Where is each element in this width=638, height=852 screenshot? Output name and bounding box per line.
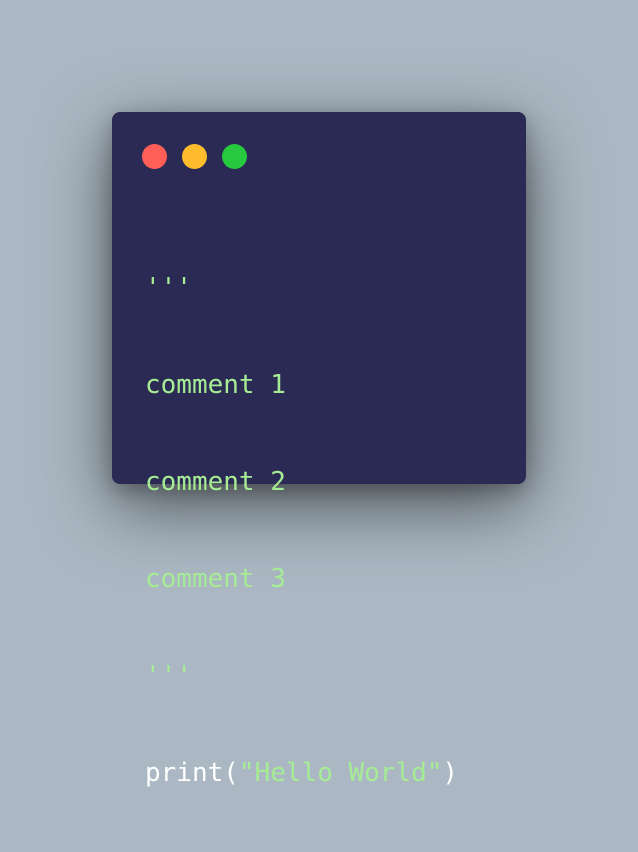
code-line-comment-2: comment 2: [145, 467, 286, 497]
code-line-comment-3: comment 3: [145, 564, 286, 594]
code-line-docstring-close: ''': [145, 661, 192, 691]
print-close-paren: ): [442, 758, 459, 788]
window-controls: [142, 144, 247, 169]
print-string: "Hello World": [238, 758, 443, 788]
code-line-print: print("Hello World"): [145, 755, 458, 792]
print-function: print(: [145, 758, 239, 788]
minimize-button[interactable]: [182, 144, 207, 169]
close-button[interactable]: [142, 144, 167, 169]
code-line-docstring-open: ''': [145, 273, 192, 303]
code-block: ''' comment 1 comment 2 comment 3 ''' pr…: [145, 210, 458, 852]
maximize-button[interactable]: [222, 144, 247, 169]
code-line-comment-1: comment 1: [145, 370, 286, 400]
code-window: ''' comment 1 comment 2 comment 3 ''' pr…: [112, 112, 526, 788]
